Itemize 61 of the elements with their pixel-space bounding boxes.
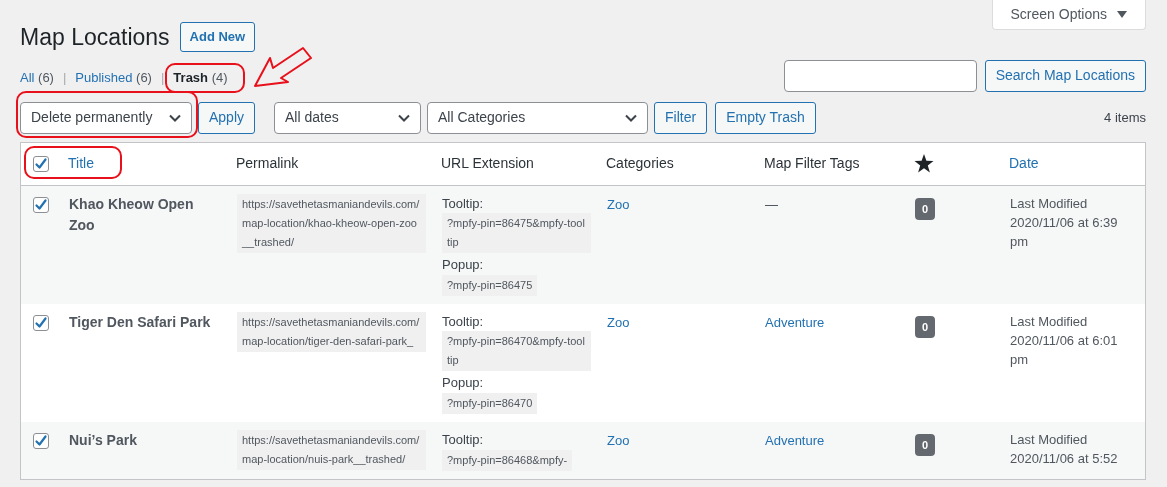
column-header: Categories (606, 155, 674, 171)
permalink-text: https://savethetasmaniandevils.com/map-location/nuis-park__trashed/ (237, 429, 426, 470)
dropdown-arrow-icon (1117, 11, 1127, 18)
page-title: Map Locations (20, 23, 170, 51)
category-link[interactable]: Zoo (607, 432, 630, 448)
chevron-icon (625, 113, 638, 122)
add-new-button[interactable]: Add New (179, 22, 256, 52)
permalink-text: https://savethetasmaniandevils.com/map-location/tiger-den-safari-park_ (237, 311, 426, 352)
tooltip-code: ?mpfy-pin=86470&mpfy-tooltip (442, 330, 591, 371)
separator: | (62, 69, 67, 87)
filter-button[interactable]: Filter (654, 101, 708, 134)
tooltip-label: Tooltip: (442, 312, 485, 331)
date-text: Last Modified 2020/11/06 at 5:52 (1010, 430, 1119, 468)
tooltip-label: Tooltip: (442, 430, 485, 449)
screen-options-tab[interactable]: Screen Options (991, 0, 1146, 30)
popup-label: Popup: (442, 373, 485, 392)
tag-link[interactable]: Adventure (765, 432, 825, 448)
category-link[interactable]: Zoo (607, 314, 630, 330)
location-title-link[interactable]: Nui’s Park (69, 429, 221, 451)
popup-label: Popup: (442, 255, 485, 274)
star-icon (914, 154, 934, 173)
search-button[interactable]: Search Map Locations (984, 59, 1146, 92)
rating-badge: 0 (915, 433, 936, 456)
popup-code: ?mpfy-pin=86470 (442, 392, 538, 414)
item-count: 4 items (1104, 108, 1146, 127)
filter-link[interactable]: Published (6) (75, 68, 152, 88)
apply-button[interactable]: Apply (198, 101, 256, 134)
bulk-action-select[interactable]: Delete permanently (20, 101, 192, 134)
category-filter-select[interactable]: All Categories (427, 101, 649, 134)
category-link[interactable]: Zoo (607, 196, 630, 212)
filter-link[interactable]: Trash (4) (173, 68, 228, 88)
checkbox[interactable] (33, 314, 49, 331)
date-text: Last Modified 2020/11/06 at 6:39 pm (1010, 194, 1119, 251)
chevron-icon (169, 113, 181, 122)
date-text: Last Modified 2020/11/06 at 6:01 pm (1010, 312, 1119, 369)
permalink-text: https://savethetasmaniandevils.com/map-location/khao-kheow-open-zoo__trashed/ (237, 193, 426, 253)
location-title-link[interactable]: Khao Kheow Open Zoo (69, 193, 221, 236)
date-filter-select[interactable]: All dates (274, 101, 422, 134)
tooltip-label: Tooltip: (442, 194, 485, 213)
arrow-drawing (254, 47, 312, 87)
rating-badge: 0 (915, 197, 936, 220)
column-sort-link[interactable]: Title (68, 155, 94, 171)
search-field[interactable] (783, 59, 977, 92)
checkbox[interactable] (33, 432, 49, 449)
checkbox[interactable] (33, 196, 49, 213)
empty-trash-button[interactable]: Empty Trash (715, 101, 816, 134)
separator: | (160, 69, 165, 87)
tooltip-code: ?mpfy-pin=86475&mpfy-tooltip (442, 212, 591, 253)
column-header: URL Extension (441, 155, 534, 171)
location-title-link[interactable]: Tiger Den Safari Park (69, 311, 221, 333)
rating-badge: 0 (915, 315, 936, 338)
checkbox[interactable] (32, 155, 49, 172)
popup-code: ?mpfy-pin=86475 (442, 274, 538, 296)
column-header: Permalink (236, 155, 299, 171)
column-header: Map Filter Tags (764, 155, 860, 171)
filter-link[interactable]: All (6) (20, 68, 54, 88)
column-sort-link[interactable]: Date (1009, 155, 1039, 171)
empty-dash: — (765, 196, 778, 212)
tag-link[interactable]: Adventure (765, 314, 825, 330)
tooltip-code: ?mpfy-pin=86468&mpfy- (442, 449, 573, 471)
chevron-icon (398, 113, 411, 122)
